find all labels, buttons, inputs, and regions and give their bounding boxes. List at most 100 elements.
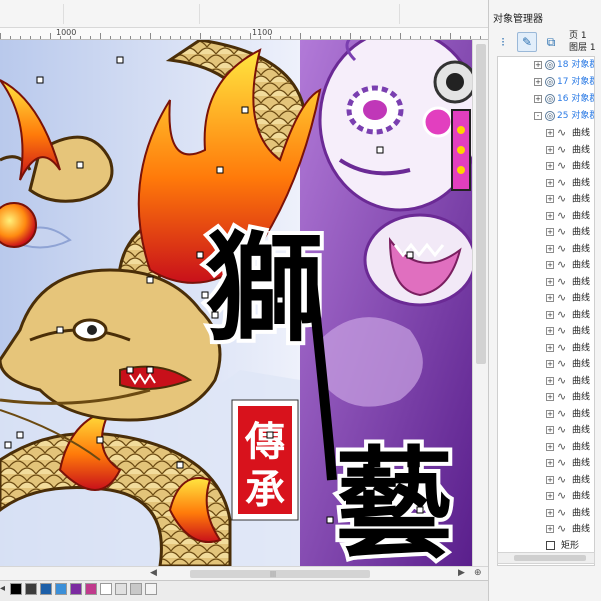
tree-curve-row[interactable]: + ∿ 曲线	[546, 422, 590, 438]
expand-toggle-icon[interactable]: +	[546, 129, 554, 137]
tree-curve-row[interactable]: + ∿ 曲线	[546, 175, 590, 191]
expand-toggle-icon[interactable]: +	[546, 459, 554, 467]
color-swatch[interactable]	[10, 583, 22, 595]
expand-toggle-icon[interactable]: +	[546, 162, 554, 170]
expand-toggle-icon[interactable]: +	[546, 508, 554, 517]
node-handle[interactable]	[201, 291, 209, 299]
scroll-thumb[interactable]	[190, 570, 370, 578]
expand-toggle-icon[interactable]: +	[546, 195, 554, 203]
color-swatch[interactable]	[25, 583, 37, 595]
horizontal-scrollbar[interactable]: ◀ ||| ▶ ⊕	[0, 566, 488, 580]
node-handle[interactable]	[216, 166, 224, 174]
tree-curve-row[interactable]: + ∿ 曲线	[546, 208, 590, 224]
drawing-canvas[interactable]: 獅 藝 傳 承	[0, 40, 472, 566]
node-handle[interactable]	[241, 106, 249, 114]
tree-curve-row[interactable]: + ∿ 曲线	[546, 158, 590, 174]
node-handle[interactable]	[266, 431, 274, 439]
tree-curve-row[interactable]: + ∿ 曲线	[546, 439, 590, 455]
horizontal-ruler[interactable]: 1000 1100	[0, 28, 488, 40]
expand-toggle-icon[interactable]: +	[546, 426, 554, 434]
node-handle[interactable]	[126, 366, 134, 374]
tree-group-row[interactable]: -◎25 对象群组	[534, 108, 594, 124]
expand-toggle-icon[interactable]: +	[546, 525, 554, 533]
expand-toggle-icon[interactable]: +	[546, 277, 554, 286]
expand-toggle-icon[interactable]: +	[546, 145, 554, 154]
expand-toggle-icon[interactable]: +	[546, 211, 554, 220]
tree-curve-row[interactable]: + ∿ 曲线	[546, 257, 590, 273]
node-handle[interactable]	[211, 311, 219, 319]
expand-toggle-icon[interactable]: +	[546, 343, 554, 352]
expand-toggle-icon[interactable]: +	[546, 409, 554, 418]
tree-curve-row[interactable]: + ∿ 曲线	[546, 521, 590, 537]
scroll-left-icon[interactable]: ◀	[150, 568, 157, 578]
toolbar-section[interactable]	[300, 4, 400, 24]
expand-toggle-icon[interactable]: +	[546, 228, 554, 236]
expand-toggle-icon[interactable]: +	[546, 492, 554, 500]
node-handle[interactable]	[326, 516, 334, 524]
show-properties-icon[interactable]: ⁝	[493, 32, 513, 52]
tree-curve-row[interactable]: + ∿ 曲线	[546, 373, 590, 389]
node-handle[interactable]	[176, 461, 184, 469]
color-swatch[interactable]	[145, 583, 157, 595]
zoom-navigator-icon[interactable]: ⊕	[474, 568, 482, 578]
tree-group-row[interactable]: +◎17 对象群组	[534, 74, 594, 90]
color-swatch[interactable]	[100, 583, 112, 595]
palette-scroll-icon[interactable]: ◂	[0, 583, 5, 594]
expand-toggle-icon[interactable]: -	[534, 111, 542, 120]
scroll-right-icon[interactable]: ▶	[458, 568, 465, 578]
tree-curve-row[interactable]: + ∿ 曲线	[546, 455, 590, 471]
edit-across-layers-icon[interactable]: ✎	[517, 32, 537, 52]
tree-curve-row[interactable]: + ∿ 曲线	[546, 340, 590, 356]
scroll-thumb[interactable]	[514, 555, 586, 561]
color-swatch[interactable]	[55, 583, 67, 595]
color-swatch[interactable]	[85, 583, 97, 595]
node-handle[interactable]	[416, 506, 424, 514]
expand-toggle-icon[interactable]: +	[546, 376, 554, 385]
object-tree[interactable]: +◎18 对象群组+◎17 对象群组+◎16 对象群组-◎25 对象群组+∿曲线…	[497, 56, 595, 566]
expand-toggle-icon[interactable]: +	[546, 294, 554, 302]
color-swatch[interactable]	[40, 583, 52, 595]
node-handle[interactable]	[56, 326, 64, 334]
expand-toggle-icon[interactable]: +	[534, 60, 542, 69]
tree-curve-row[interactable]: + ∿ 曲线	[546, 356, 590, 372]
node-handle[interactable]	[376, 146, 384, 154]
node-handle[interactable]	[76, 161, 84, 169]
vertical-scrollbar[interactable]	[472, 40, 488, 566]
node-handle[interactable]	[16, 431, 24, 439]
expand-toggle-icon[interactable]: +	[546, 178, 554, 187]
tree-curve-row[interactable]: + ∿ 曲线	[546, 274, 590, 290]
toolbar-section[interactable]	[120, 4, 200, 24]
expand-toggle-icon[interactable]: +	[534, 77, 542, 86]
color-swatch[interactable]	[115, 583, 127, 595]
expand-toggle-icon[interactable]: +	[546, 310, 554, 319]
node-handle[interactable]	[116, 56, 124, 64]
node-handle[interactable]	[96, 436, 104, 444]
node-handle[interactable]	[36, 76, 44, 84]
node-handle[interactable]	[146, 276, 154, 284]
tree-curve-row[interactable]: + ∿ 曲线	[546, 290, 590, 306]
tree-curve-row[interactable]: + ∿ 曲线	[546, 505, 590, 521]
tree-curve-row[interactable]: + ∿ 曲线	[546, 323, 590, 339]
tree-curve-row[interactable]: + ∿ 曲线	[546, 125, 590, 141]
expand-toggle-icon[interactable]: +	[546, 393, 554, 401]
artwork[interactable]: 獅 藝 傳 承	[0, 40, 472, 566]
tree-curve-row[interactable]: + ∿ 曲线	[546, 191, 590, 207]
expand-toggle-icon[interactable]: +	[546, 475, 554, 484]
node-handle[interactable]	[196, 251, 204, 259]
expand-toggle-icon[interactable]: +	[546, 261, 554, 269]
tree-curve-row[interactable]: + ∿ 曲线	[546, 406, 590, 422]
tree-curve-row[interactable]: + ∿ 曲线	[546, 142, 590, 158]
tree-group-row[interactable]: +◎16 对象群组	[534, 91, 594, 107]
color-swatch[interactable]	[70, 583, 82, 595]
node-handle[interactable]	[146, 366, 154, 374]
tree-curve-row[interactable]: + ∿ 曲线	[546, 472, 590, 488]
scroll-thumb[interactable]	[476, 44, 486, 364]
expand-toggle-icon[interactable]: +	[546, 327, 554, 335]
color-palette[interactable]: ◂	[0, 580, 488, 601]
layer-manager-view-icon[interactable]: ⧉	[541, 32, 561, 52]
tree-curve-row[interactable]: + ∿ 曲线	[546, 241, 590, 257]
node-handle[interactable]	[406, 251, 414, 259]
tree-group-row[interactable]: +◎18 对象群组	[534, 57, 594, 73]
tree-curve-row[interactable]: + ∿ 曲线	[546, 488, 590, 504]
tree-curve-row[interactable]: + ∿ 曲线	[546, 224, 590, 240]
